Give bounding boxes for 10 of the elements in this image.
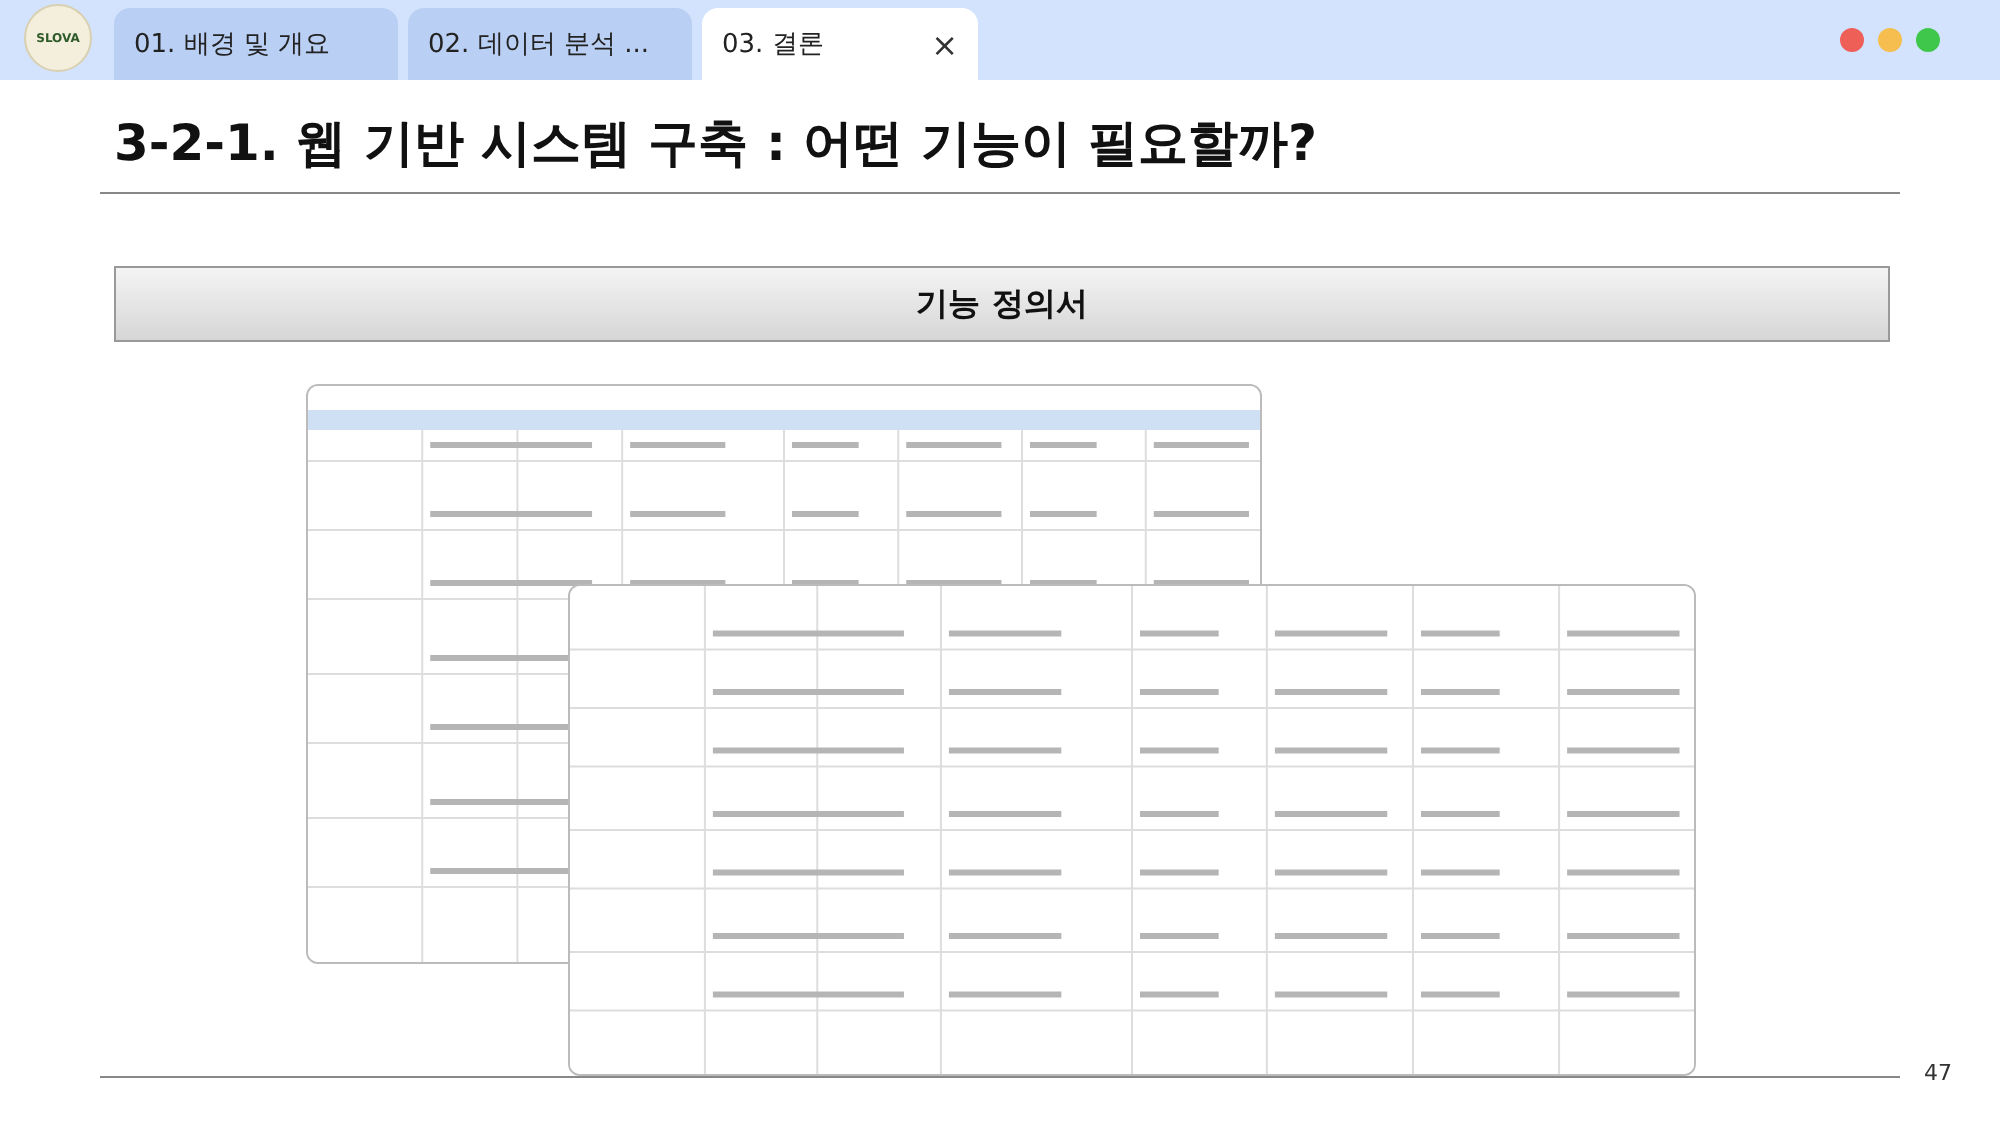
banner-title: 기능 정의서 [916, 283, 1088, 325]
slide-title: 3-2-1. 웹 기반 시스템 구축 : 어떤 기능이 필요할까? [114, 112, 1320, 176]
close-icon[interactable]: × [931, 25, 958, 63]
tab[interactable]: 02. 데이터 분석 ... [408, 8, 692, 80]
close-window-button[interactable] [1840, 28, 1864, 52]
maximize-button[interactable] [1916, 28, 1940, 52]
minimize-button[interactable] [1878, 28, 1902, 52]
page-number: 47 [1924, 1060, 1952, 1086]
tab[interactable]: 01. 배경 및 개요 [114, 8, 398, 80]
tab[interactable]: 03. 결론 × [702, 8, 978, 80]
